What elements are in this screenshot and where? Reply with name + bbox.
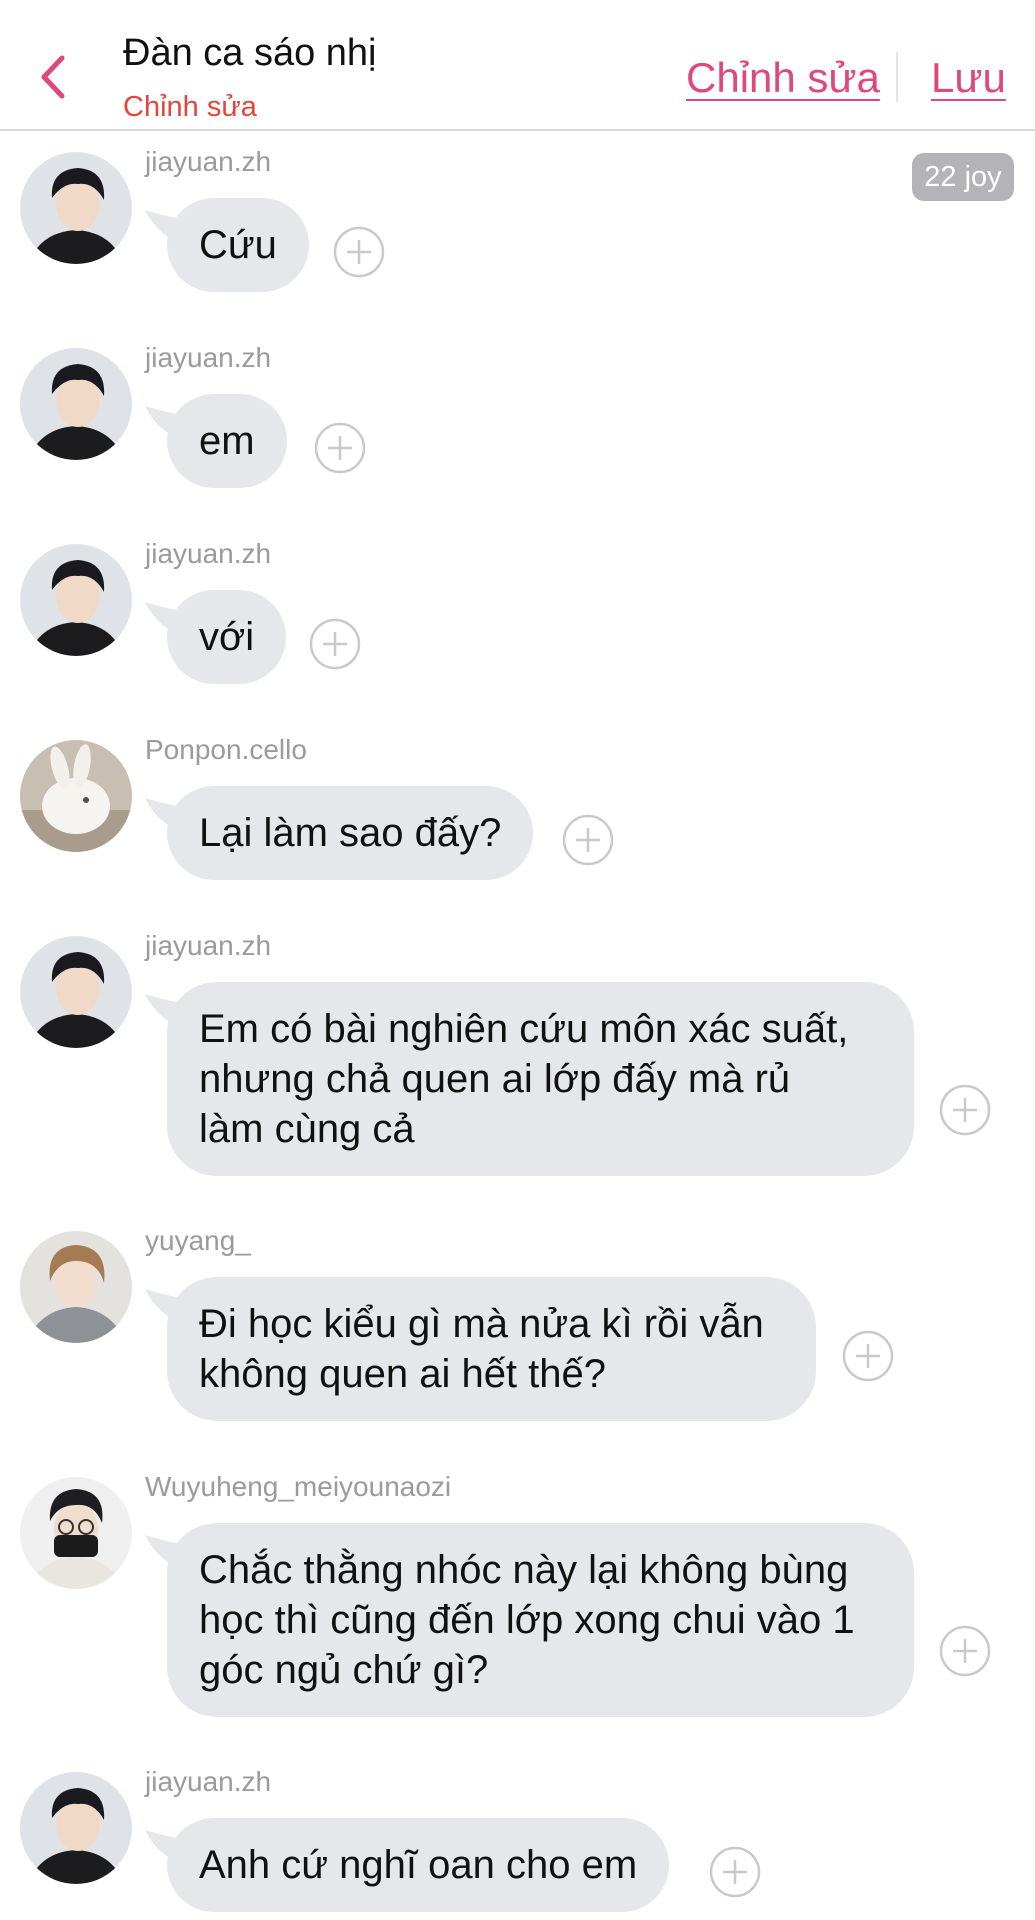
jiayuan-avatar-icon [20, 936, 132, 1048]
add-reaction-icon[interactable] [939, 1625, 991, 1677]
jiayuan-avatar-icon [20, 152, 132, 264]
avatar[interactable] [20, 348, 132, 460]
page-title: Đàn ca sáo nhị [123, 32, 377, 74]
avatar[interactable] [20, 152, 132, 264]
message-bubble[interactable]: Em có bài nghiên cứu môn xác suất, nhưng… [167, 982, 914, 1176]
timestamp-badge: 22 joy [912, 153, 1014, 201]
sender-name: jiayuan.zh [145, 930, 272, 961]
rabbit-avatar-icon [20, 740, 132, 852]
page-subtitle: Chỉnh sửa [123, 91, 257, 123]
avatar[interactable] [20, 544, 132, 656]
add-reaction-icon[interactable] [562, 814, 614, 866]
back-chevron-icon[interactable] [34, 50, 74, 104]
avatar[interactable] [20, 936, 132, 1048]
yuyang-avatar-icon [20, 1231, 132, 1343]
avatar[interactable] [20, 1772, 132, 1884]
sender-name: jiayuan.zh [145, 342, 272, 373]
avatar[interactable] [20, 1477, 132, 1589]
message-bubble[interactable]: Đi học kiểu gì mà nửa kì rồi vẫn không q… [167, 1277, 816, 1421]
sender-name: jiayuan.zh [145, 146, 272, 177]
add-reaction-icon[interactable] [333, 226, 385, 278]
header-bar: Đàn ca sáo nhị Chỉnh sửa Chỉnh sửa Lưu [0, 0, 1035, 131]
add-reaction-icon[interactable] [709, 1846, 761, 1898]
sender-name: Ponpon.cello [145, 734, 307, 765]
header-divider [896, 52, 898, 102]
message-bubble[interactable]: em [167, 394, 287, 488]
wuyuheng-avatar-icon [20, 1477, 132, 1589]
add-reaction-icon[interactable] [842, 1330, 894, 1382]
add-reaction-icon[interactable] [314, 422, 366, 474]
save-button[interactable]: Lưu [931, 54, 1006, 102]
message-bubble[interactable]: Cứu [167, 198, 309, 292]
jiayuan-avatar-icon [20, 544, 132, 656]
jiayuan-avatar-icon [20, 348, 132, 460]
sender-name: jiayuan.zh [145, 1766, 272, 1797]
sender-name: Wuyuheng_meiyounaozi [145, 1471, 452, 1502]
jiayuan-avatar-icon [20, 1772, 132, 1884]
message-bubble[interactable]: Chắc thằng nhóc này lại không bùng học t… [167, 1523, 914, 1717]
add-reaction-icon[interactable] [309, 618, 361, 670]
sender-name: yuyang_ [145, 1225, 251, 1256]
message-bubble[interactable]: với [167, 590, 287, 684]
sender-name: jiayuan.zh [145, 538, 272, 569]
message-bubble[interactable]: Anh cứ nghĩ oan cho em [167, 1818, 670, 1912]
message-bubble[interactable]: Lại làm sao đấy? [167, 786, 534, 880]
edit-button[interactable]: Chỉnh sửa [686, 54, 880, 102]
add-reaction-icon[interactable] [939, 1084, 991, 1136]
avatar[interactable] [20, 1231, 132, 1343]
avatar[interactable] [20, 740, 132, 852]
